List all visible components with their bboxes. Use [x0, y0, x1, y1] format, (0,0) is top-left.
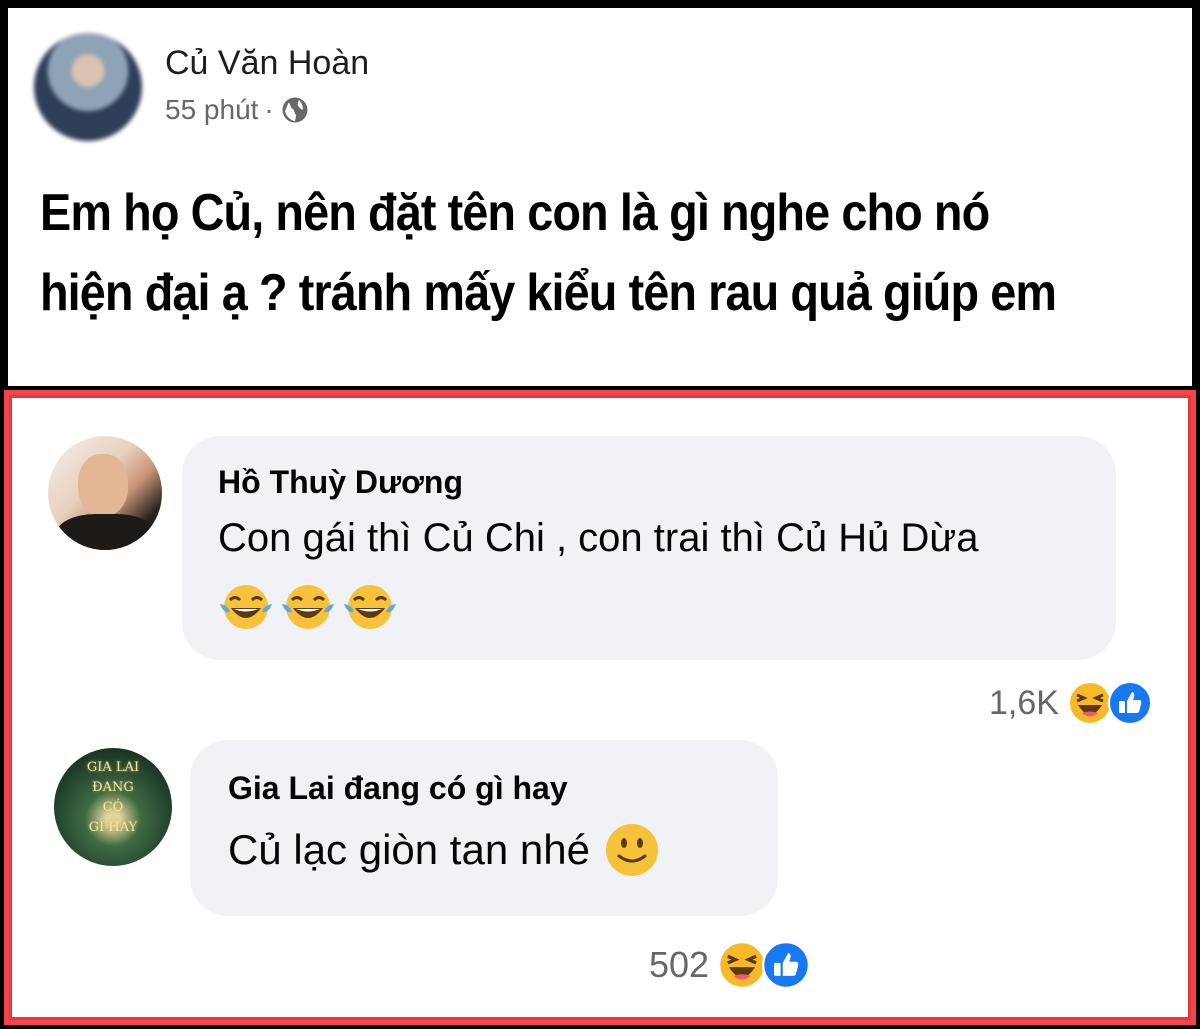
like-icon — [762, 941, 810, 989]
globe-icon[interactable] — [280, 95, 310, 125]
comment-bubble: Gia Lai đang có gì hay Củ lạc giòn tan n… — [190, 740, 778, 916]
post-author-name[interactable]: Củ Văn Hoàn — [165, 44, 369, 83]
reaction-count: 1,6K — [989, 683, 1059, 722]
comment-reactions[interactable]: 1,6K — [989, 680, 1153, 726]
comment-text: Củ lạc giòn tan nhé — [228, 826, 590, 873]
comment-emojis — [218, 582, 398, 632]
like-icon — [1107, 681, 1152, 725]
post-meta: 55 phút · — [165, 94, 310, 126]
post-body: Em họ Củ, nên đặt tên con là gì nghe cho… — [40, 173, 1075, 333]
post-author-avatar[interactable] — [34, 33, 142, 141]
post-time[interactable]: 55 phút — [165, 94, 258, 126]
comment-avatar[interactable] — [48, 436, 162, 550]
tears-of-joy-icon — [344, 585, 396, 629]
tears-of-joy-icon — [282, 585, 334, 629]
post-body-line1: Em họ Củ, nên đặt tên con là gì nghe cho… — [40, 184, 990, 242]
post-body-line2: hiện đại ạ ? tránh mấy kiểu tên rau quả … — [40, 264, 1057, 322]
avatar-logo-text: GIA LAI ĐANG CÓ GÌ HAY — [86, 760, 140, 835]
comment-author[interactable]: Gia Lai đang có gì hay — [228, 770, 568, 807]
reaction-count: 502 — [649, 944, 710, 985]
tears-of-joy-icon — [220, 585, 272, 629]
slightly-smiling-icon — [605, 824, 658, 876]
post-card: Củ Văn Hoàn 55 phút · Em họ Củ, nên đặt … — [8, 8, 1192, 386]
comment-text-row: Củ lạc giòn tan nhé — [228, 822, 660, 878]
comments-section: Hồ Thuỳ Dương Con gái thì Củ Chi , con t… — [4, 390, 1196, 1025]
comment-reactions[interactable]: 502 — [649, 940, 811, 990]
comment-avatar[interactable]: GIA LAI ĐANG CÓ GÌ HAY — [54, 748, 172, 866]
comment-bubble: Hồ Thuỳ Dương Con gái thì Củ Chi , con t… — [182, 436, 1116, 660]
comment-text: Con gái thì Củ Chi , con trai thì Củ Hủ … — [218, 516, 979, 560]
meta-separator: · — [264, 94, 274, 125]
haha-icon — [718, 941, 766, 989]
comment-author[interactable]: Hồ Thuỳ Dương — [218, 464, 463, 501]
